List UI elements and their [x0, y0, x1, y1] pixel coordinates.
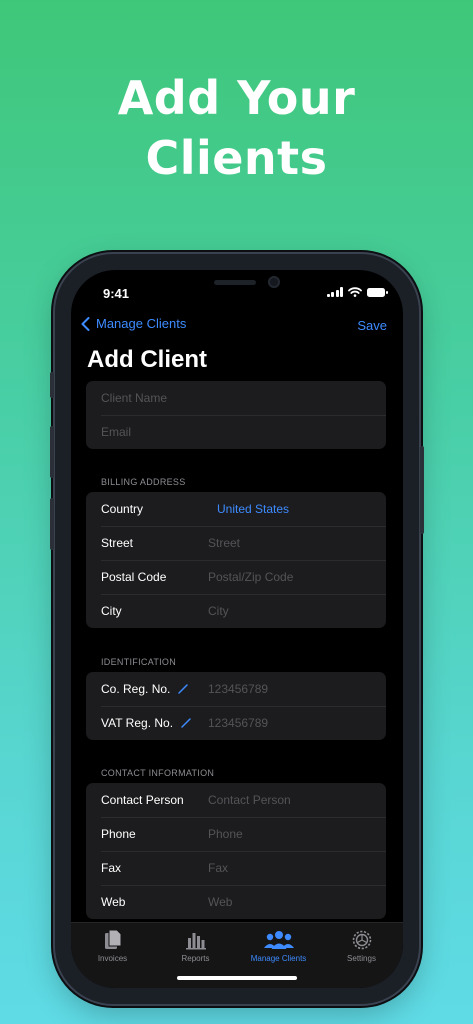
- vat-reg-no-field[interactable]: VAT Reg. No. 123456789: [86, 706, 386, 740]
- tab-settings[interactable]: Settings: [320, 929, 403, 963]
- co-reg-no-placeholder: 123456789: [208, 682, 269, 696]
- page-title: Add Client: [87, 346, 207, 373]
- tab-manage-clients[interactable]: Manage Clients: [237, 929, 320, 963]
- fax-label: Fax: [101, 861, 122, 875]
- status-time: 9:41: [103, 286, 130, 301]
- identification-header: IDENTIFICATION: [101, 657, 177, 667]
- email-field[interactable]: Email: [86, 415, 386, 449]
- phone-label: Phone: [101, 827, 136, 841]
- city-placeholder: City: [208, 604, 229, 618]
- volume-up-button: [50, 426, 54, 478]
- contact-person-placeholder: Contact Person: [208, 793, 291, 807]
- street-placeholder: Street: [208, 536, 241, 550]
- wifi-icon: [348, 287, 362, 297]
- vat-reg-no-label: VAT Reg. No.: [101, 716, 191, 730]
- volume-down-button: [50, 498, 54, 550]
- save-button[interactable]: Save: [357, 318, 387, 333]
- client-name-field[interactable]: Client Name: [86, 381, 386, 415]
- co-reg-no-label-text: Co. Reg. No.: [101, 682, 171, 696]
- tab-invoices[interactable]: Invoices: [71, 929, 154, 963]
- power-button: [420, 446, 424, 534]
- tab-bar: Invoices Reports Manage Clients Settings: [71, 922, 403, 988]
- street-label: Street: [101, 536, 134, 550]
- people-icon: [263, 931, 294, 949]
- back-button-label: Manage Clients: [96, 316, 187, 331]
- chevron-left-icon: [81, 316, 90, 331]
- tab-settings-label: Settings: [347, 954, 376, 963]
- fax-placeholder: Fax: [208, 861, 229, 875]
- country-label: Country: [101, 502, 144, 516]
- bar-chart-icon: [185, 933, 206, 950]
- billing-address-group: Country United States Street Street Post…: [86, 492, 386, 628]
- gear-icon: [352, 930, 371, 950]
- co-reg-no-label: Co. Reg. No.: [101, 682, 189, 696]
- back-button[interactable]: Manage Clients: [81, 316, 186, 331]
- documents-icon: [104, 929, 121, 949]
- contact-information-header: CONTACT INFORMATION: [101, 768, 215, 778]
- identification-group: Co. Reg. No. 123456789 VAT Reg. No. 1234…: [86, 672, 386, 740]
- speaker-grille: [214, 280, 256, 285]
- phone-placeholder: Phone: [208, 827, 243, 841]
- mute-switch: [50, 372, 54, 398]
- tab-manage-clients-label: Manage Clients: [250, 954, 307, 963]
- country-value[interactable]: United States: [217, 502, 289, 516]
- tab-reports[interactable]: Reports: [154, 929, 237, 963]
- phone-screen: 9:41 Manage Clients Save Add Client Clie…: [71, 270, 403, 988]
- contact-person-label: Contact Person: [101, 793, 184, 807]
- tab-reports-label: Reports: [181, 954, 210, 963]
- home-indicator[interactable]: [177, 976, 297, 980]
- marketing-headline: Add Your Clients: [0, 68, 473, 188]
- postal-code-field[interactable]: Postal Code Postal/Zip Code: [86, 560, 386, 594]
- co-reg-no-field[interactable]: Co. Reg. No. 123456789: [86, 672, 386, 706]
- city-label: City: [101, 604, 122, 618]
- billing-address-header: BILLING ADDRESS: [101, 477, 186, 487]
- web-field[interactable]: Web Web: [86, 885, 386, 919]
- headline-line-1: Add Your: [117, 71, 356, 125]
- headline-line-2: Clients: [145, 131, 328, 185]
- tab-invoices-label: Invoices: [97, 954, 128, 963]
- vat-reg-no-label-text: VAT Reg. No.: [101, 716, 174, 730]
- web-placeholder: Web: [208, 895, 233, 909]
- vat-reg-no-placeholder: 123456789: [208, 716, 269, 730]
- status-icons: [326, 287, 388, 297]
- client-name-placeholder: Client Name: [101, 391, 168, 405]
- country-row[interactable]: Country United States: [86, 492, 386, 526]
- postal-code-label: Postal Code: [101, 570, 167, 584]
- cellular-signal-icon: [326, 287, 343, 297]
- pencil-icon[interactable]: [178, 684, 189, 694]
- navigation-bar: Manage Clients Save: [71, 316, 403, 338]
- front-camera: [268, 276, 280, 288]
- contact-person-field[interactable]: Contact Person Contact Person: [86, 783, 386, 817]
- postal-code-placeholder: Postal/Zip Code: [208, 570, 294, 584]
- phone-field[interactable]: Phone Phone: [86, 817, 386, 851]
- notch: [148, 270, 326, 300]
- contact-information-group: Contact Person Contact Person Phone Phon…: [86, 783, 386, 919]
- email-placeholder: Email: [101, 425, 132, 439]
- city-field[interactable]: City City: [86, 594, 386, 628]
- fax-field[interactable]: Fax Fax: [86, 851, 386, 885]
- pencil-icon[interactable]: [181, 718, 191, 728]
- phone-frame: 9:41 Manage Clients Save Add Client Clie…: [50, 254, 424, 1004]
- battery-icon: [367, 287, 388, 297]
- basic-info-group: Client Name Email: [86, 381, 386, 449]
- web-label: Web: [101, 895, 126, 909]
- street-field[interactable]: Street Street: [86, 526, 386, 560]
